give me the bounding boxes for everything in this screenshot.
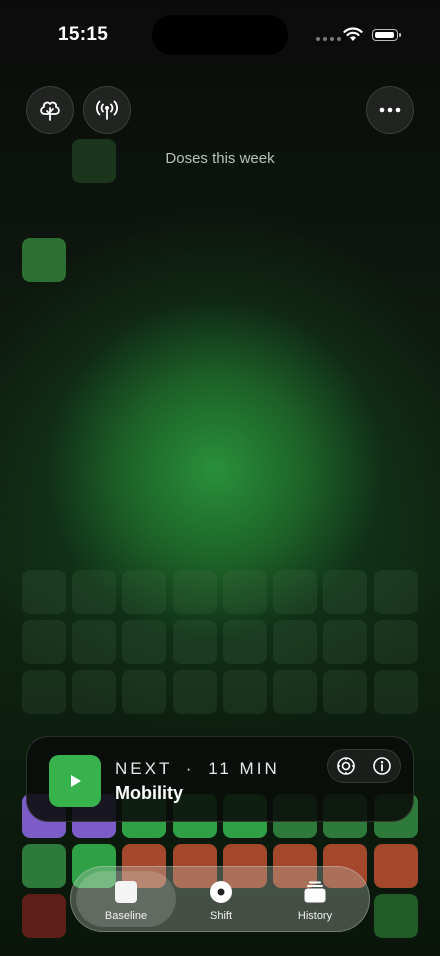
focus-button[interactable]: [336, 756, 356, 776]
dose-cell[interactable]: [323, 570, 367, 614]
tab-shift[interactable]: Shift: [171, 871, 271, 927]
dose-cell[interactable]: [273, 570, 317, 614]
dose-cell[interactable]: [374, 894, 418, 938]
dose-cell[interactable]: [22, 844, 66, 888]
more-button[interactable]: [366, 86, 414, 134]
tab-history[interactable]: History: [265, 871, 365, 927]
next-separator: ·: [185, 759, 195, 778]
play-button[interactable]: [49, 755, 101, 807]
dose-cell[interactable]: [22, 670, 66, 714]
wifi-icon: [343, 27, 363, 41]
disc-icon: [210, 881, 232, 903]
dose-cell[interactable]: [374, 670, 418, 714]
dose-cell[interactable]: [374, 570, 418, 614]
info-button[interactable]: [372, 756, 392, 776]
tree-icon: [40, 101, 60, 121]
focus-icon: [337, 757, 355, 775]
broadcast-icon: [96, 100, 118, 120]
square-icon: [115, 881, 137, 903]
dose-cell[interactable]: [22, 894, 66, 938]
next-session-name: Mobility: [115, 783, 183, 803]
more-icon: [379, 107, 401, 113]
tab-baseline[interactable]: Baseline: [76, 871, 176, 927]
broadcast-button[interactable]: [83, 86, 131, 134]
dose-cell[interactable]: [223, 670, 267, 714]
dose-cell[interactable]: [22, 620, 66, 664]
dynamic-island: [152, 15, 288, 55]
play-icon: [71, 775, 81, 787]
dose-cell[interactable]: [72, 570, 116, 614]
dose-cell[interactable]: [323, 620, 367, 664]
tab-label: Baseline: [104, 910, 148, 922]
stack-icon: [304, 881, 326, 903]
tab-label: Shift: [209, 910, 232, 922]
dose-cell[interactable]: [374, 844, 418, 888]
dose-cell[interactable]: [223, 620, 267, 664]
dose-cell[interactable]: [374, 620, 418, 664]
dose-cell[interactable]: [323, 670, 367, 714]
next-prefix: NEXT: [115, 759, 173, 778]
battery-icon: [372, 29, 401, 41]
dose-cell[interactable]: [173, 620, 217, 664]
next-session-card[interactable]: NEXT · 11 MIN Mobility: [26, 736, 414, 822]
dose-cell[interactable]: [22, 238, 66, 282]
dose-cell[interactable]: [173, 570, 217, 614]
dose-cell[interactable]: [122, 620, 166, 664]
card-actions: [327, 749, 401, 783]
dose-cell[interactable]: [173, 670, 217, 714]
dose-cell[interactable]: [72, 670, 116, 714]
cellular-signal-icon: [316, 37, 341, 41]
dose-cell[interactable]: [273, 670, 317, 714]
info-icon: [373, 757, 391, 775]
tree-button[interactable]: [26, 86, 74, 134]
dose-cell[interactable]: [72, 139, 116, 183]
status-time: 15:15: [58, 24, 109, 45]
dose-cell[interactable]: [273, 620, 317, 664]
next-duration: 11 MIN: [208, 759, 280, 778]
dose-cell[interactable]: [72, 620, 116, 664]
dose-cell[interactable]: [122, 570, 166, 614]
dose-cell[interactable]: [223, 570, 267, 614]
dose-cell[interactable]: [122, 670, 166, 714]
tab-label: History: [297, 910, 333, 922]
tab-bar: Baseline Shift History: [70, 866, 370, 932]
next-label: NEXT · 11 MIN: [115, 759, 280, 779]
dose-cell[interactable]: [22, 570, 66, 614]
page-title: Doses this week: [165, 150, 275, 167]
